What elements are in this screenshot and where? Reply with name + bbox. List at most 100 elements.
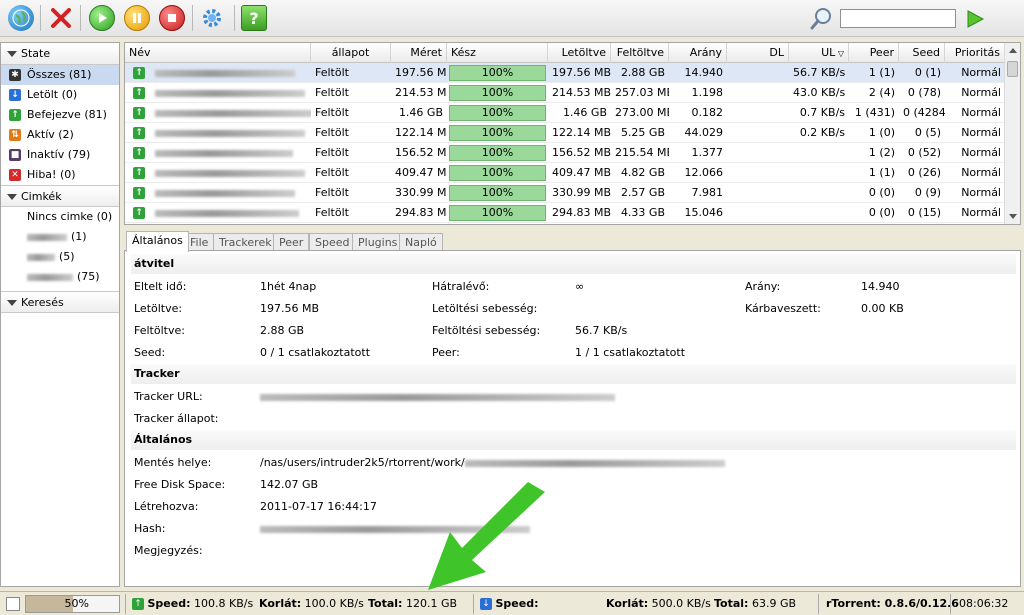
sidebar-header-labels[interactable]: Cimkék	[1, 185, 119, 207]
cell-uploaded: 273.00 MB	[615, 106, 669, 119]
sidebar-label-item[interactable]: Nincs cimke (0)	[1, 207, 119, 227]
tab-peer[interactable]: Peer	[273, 233, 310, 251]
help-button[interactable]: ?	[241, 5, 267, 31]
upload-icon: ↑	[133, 67, 145, 79]
column-ratio[interactable]: Arány	[669, 43, 727, 63]
sidebar-state-item[interactable]: ↓ Letölt (0)	[1, 85, 119, 105]
redacted-text	[155, 129, 305, 137]
cell-seed: 0 (15)	[907, 206, 941, 219]
tracker-url-value	[260, 389, 615, 405]
cell-dl	[727, 83, 789, 103]
stop-button[interactable]	[159, 5, 185, 31]
sidebar-state-item[interactable]: ✕ Hiba! (0)	[1, 165, 119, 185]
list-header: Név állapot Méret Kész Letöltve Feltöltve Arán…	[125, 43, 1005, 63]
status-checkbox[interactable]	[6, 597, 20, 611]
table-row[interactable]: ↑ Feltölt 1.46 GB 100% 1.46 GB 273.00 MB 0.182…	[125, 103, 1005, 123]
cell-seed: 0 (5)	[914, 126, 941, 139]
scroll-up-icon[interactable]	[1009, 48, 1017, 53]
cell-seed: 0 (9)	[914, 186, 941, 199]
sidebar-label-item[interactable]: (5)	[1, 247, 119, 267]
cell-peer: 1 (0)	[868, 126, 895, 139]
sidebar-item-label: (5)	[59, 250, 75, 263]
tab-speed[interactable]: Speed	[309, 233, 356, 251]
annotation-arrow-icon	[428, 482, 545, 590]
column-seed[interactable]: Seed	[899, 43, 945, 63]
redacted-text	[27, 233, 67, 241]
list-scrollbar[interactable]	[1004, 43, 1020, 224]
pause-button[interactable]	[124, 5, 150, 31]
column-priority[interactable]: Prioritás	[945, 43, 1005, 63]
settings-button[interactable]	[199, 5, 225, 31]
sidebar-header-search[interactable]: Keresés	[1, 291, 119, 313]
column-ul[interactable]: UL ▽	[789, 43, 849, 63]
search-go-button[interactable]	[965, 9, 985, 29]
cell-downloaded: 330.99 MB	[552, 186, 611, 199]
cell-downloaded: 156.52 MB	[552, 146, 611, 159]
sidebar-item-label: Nincs cimke (0)	[27, 210, 113, 223]
tab-plugins[interactable]: Plugins	[352, 233, 404, 251]
column-size[interactable]: Méret	[391, 43, 447, 63]
start-button[interactable]	[89, 5, 115, 31]
column-uploaded[interactable]: Feltöltve	[611, 43, 669, 63]
search-input[interactable]	[840, 9, 956, 28]
sidebar-item-label: Befejezve (81)	[27, 108, 107, 121]
sidebar-state-item[interactable]: ■ Inaktív (79)	[1, 145, 119, 165]
upload-icon: ↑	[133, 107, 145, 119]
tab-general[interactable]: Általános	[126, 231, 189, 252]
cell-dl	[727, 203, 789, 223]
search-icon[interactable]	[810, 6, 834, 30]
column-done[interactable]: Kész	[447, 43, 548, 63]
download-limit[interactable]: Korlát: 500.0 KB/s	[606, 596, 711, 612]
progress-bar: 100%	[449, 145, 546, 161]
cell-priority: Normál	[961, 206, 1001, 219]
arrow-right-icon	[967, 10, 985, 28]
sidebar-state-item[interactable]: ✱ Összes (81)	[1, 65, 119, 85]
add-torrent-button[interactable]	[8, 5, 34, 31]
sidebar-label-item[interactable]: (75)	[1, 267, 119, 287]
peer-label: Peer:	[432, 346, 460, 359]
save-path-label: Mentés helye:	[134, 456, 212, 469]
toolbar-separator	[192, 5, 193, 31]
redacted-text	[155, 189, 295, 197]
tab-trackerek[interactable]: Trackerek	[213, 233, 278, 251]
toolbar-separator	[40, 5, 41, 31]
table-row[interactable]: ↑Feltölt156.52 MB100%156.52 MB215.54 MB1…	[125, 143, 1005, 163]
column-peer[interactable]: Peer	[849, 43, 899, 63]
sidebar-label-item[interactable]: (1)	[1, 227, 119, 247]
progress-bar: 100%	[449, 65, 546, 81]
ratio-label: Arány:	[745, 280, 781, 293]
table-row[interactable]: ↑Feltölt330.99 MB100%330.99 MB2.57 GB7.9…	[125, 183, 1005, 203]
table-row[interactable]: ↑Feltölt294.83 MB100%294.83 MB4.33 GB15.…	[125, 203, 1005, 223]
save-path-value: /nas/users/intruder2k5/rtorrent/work/	[260, 455, 725, 471]
upload-limit[interactable]: Korlát: 100.0 KB/s	[259, 596, 364, 612]
cell-status: Feltölt	[315, 146, 349, 159]
torrent-name	[151, 143, 311, 163]
scroll-thumb[interactable]	[1007, 61, 1018, 77]
column-dl[interactable]: DL	[727, 43, 789, 63]
table-row[interactable]: ↑Feltölt122.14 MB100%122.14 MB5.25 GB44.…	[125, 123, 1005, 143]
column-name[interactable]: Név	[125, 43, 311, 63]
cell-status: Feltölt	[315, 206, 349, 219]
tab-napló[interactable]: Napló	[399, 233, 443, 251]
table-row[interactable]	[125, 223, 1005, 224]
cell-size: 330.99 MB	[395, 186, 447, 199]
version-info: rTorrent: 0.8.6/0.12.6	[826, 597, 959, 610]
downloaded-value: 197.56 MB	[260, 302, 320, 315]
sidebar-header-state[interactable]: State	[1, 43, 119, 65]
scroll-down-icon[interactable]	[1009, 214, 1017, 219]
pause-icon	[133, 13, 141, 23]
sidebar-item-label: Inaktív (79)	[27, 148, 91, 161]
sidebar-state-item[interactable]: ↑ Befejezve (81)	[1, 105, 119, 125]
cell-seed: 0 (52)	[907, 146, 941, 159]
cell-size: 197.56 MB	[395, 66, 447, 79]
table-row[interactable]: ↑Feltölt197.56 MB100%197.56 MB2.88 GB14.…	[125, 63, 1005, 83]
cell-seed: 0 (4284)	[903, 106, 945, 119]
sidebar-state-item[interactable]: ⇅ Aktív (2)	[1, 125, 119, 145]
cell-size: 294.83 MB	[395, 206, 447, 219]
column-downloaded[interactable]: Letöltve	[548, 43, 611, 63]
remove-button[interactable]	[48, 5, 74, 31]
table-row[interactable]: ↑Feltölt409.47 MB100%409.47 MB4.82 GB12.…	[125, 163, 1005, 183]
table-row[interactable]: ↑Feltölt214.53 MB100%214.53 MB257.03 MB1…	[125, 83, 1005, 103]
column-status[interactable]: állapot	[311, 43, 391, 63]
cell-priority: Normál	[961, 106, 1001, 119]
